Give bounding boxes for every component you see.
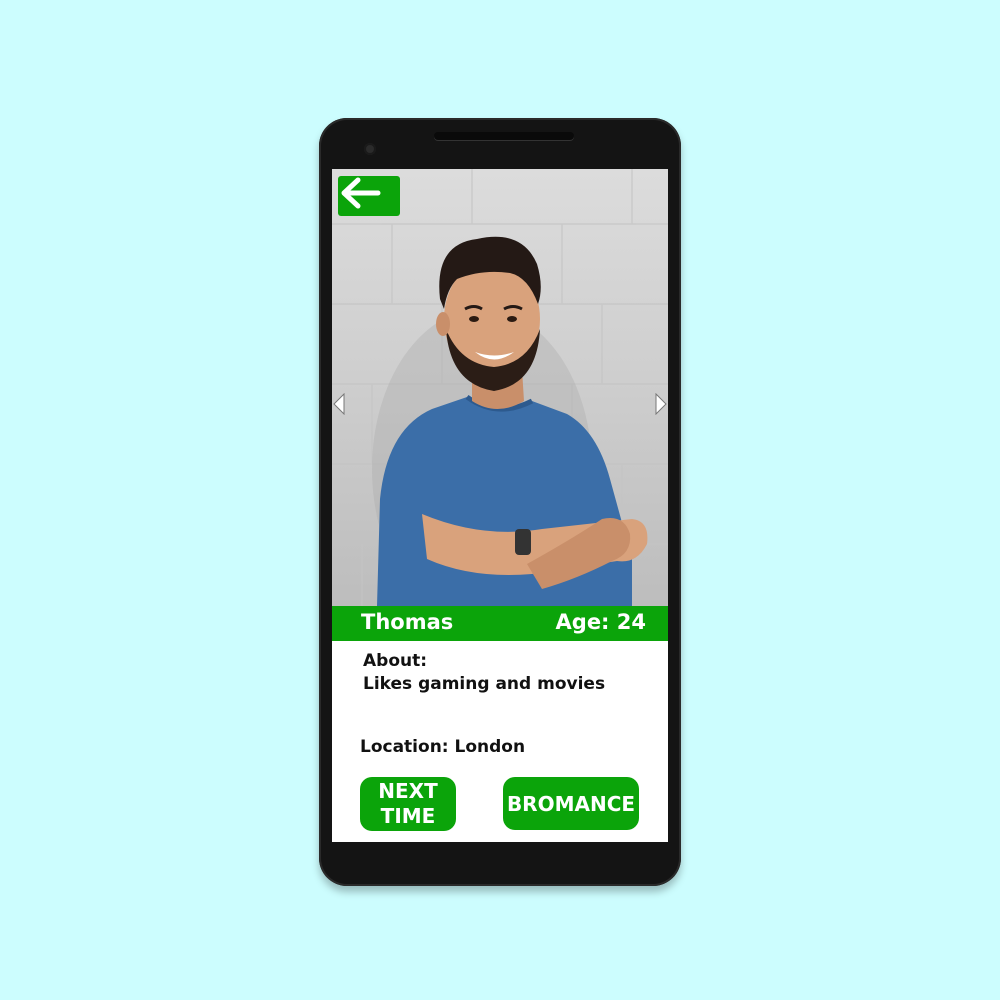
phone-camera bbox=[364, 143, 376, 155]
profile-photo bbox=[332, 169, 668, 606]
phone-speaker bbox=[434, 132, 574, 140]
next-time-label: NEXT TIME bbox=[378, 779, 438, 828]
profile-name: Thomas bbox=[361, 610, 454, 634]
triangle-left-icon bbox=[333, 393, 345, 415]
profile-age: Age: 24 bbox=[555, 610, 646, 634]
bromance-label: BROMANCE bbox=[506, 791, 636, 816]
profile-photo-illustration bbox=[332, 169, 668, 606]
phone-frame: Thomas Age: 24 About: Likes gaming and m… bbox=[319, 118, 681, 886]
next-time-button[interactable]: NEXT TIME bbox=[360, 777, 456, 831]
arrow-left-icon bbox=[341, 177, 381, 209]
back-button[interactable] bbox=[338, 176, 400, 216]
app-screen: Thomas Age: 24 About: Likes gaming and m… bbox=[332, 169, 668, 842]
about-text: Likes gaming and movies bbox=[363, 674, 606, 694]
next-photo-button[interactable] bbox=[655, 393, 667, 415]
previous-photo-button[interactable] bbox=[333, 393, 345, 415]
profile-header-bar: Thomas Age: 24 bbox=[332, 606, 668, 641]
triangle-right-icon bbox=[655, 393, 667, 415]
location-text: Location: London bbox=[360, 737, 526, 757]
bromance-button[interactable]: BROMANCE bbox=[503, 777, 639, 830]
about-section: About: Likes gaming and movies bbox=[363, 650, 605, 696]
about-heading: About: bbox=[363, 651, 428, 671]
